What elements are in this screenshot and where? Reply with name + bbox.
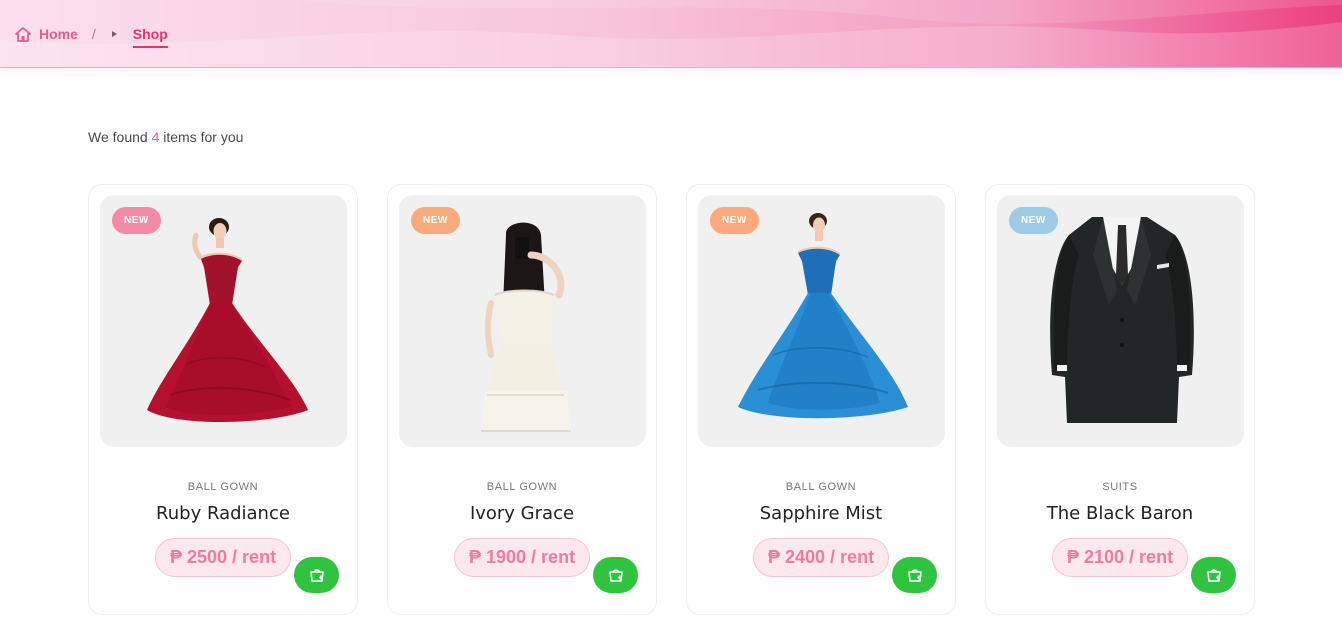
cart-plus-icon <box>1206 568 1221 582</box>
results-prefix: We found <box>88 129 148 145</box>
product-category: BALL GOWN <box>785 481 857 493</box>
breadcrumb-current[interactable]: Shop <box>132 26 168 48</box>
product-name[interactable]: Sapphire Mist <box>687 503 955 524</box>
product-card[interactable]: NEW SUITS The Black Baron ₱ 2100 / rent <box>985 184 1255 615</box>
home-icon <box>15 26 31 42</box>
product-image[interactable]: NEW <box>997 195 1244 447</box>
product-image[interactable]: NEW <box>399 195 646 447</box>
page-header: Home / Shop <box>0 0 1342 68</box>
product-card[interactable]: NEW BALL GOWN Sapphire Mist ₱ 2400 / ren… <box>686 184 956 615</box>
new-badge: NEW <box>1009 207 1058 234</box>
cart-plus-icon <box>907 568 922 582</box>
breadcrumb: Home / Shop <box>15 20 168 48</box>
product-name[interactable]: Ruby Radiance <box>89 503 357 524</box>
caret-right-icon <box>111 31 117 37</box>
product-price: ₱ 2100 / rent <box>1052 538 1189 577</box>
product-category: BALL GOWN <box>486 481 558 493</box>
product-category: SUITS <box>1102 481 1138 493</box>
product-price: ₱ 2500 / rent <box>155 538 292 577</box>
new-badge: NEW <box>112 207 161 234</box>
add-to-cart-button[interactable] <box>1191 557 1236 593</box>
breadcrumb-separator: / <box>91 26 96 42</box>
results-suffix: items for you <box>163 129 244 145</box>
product-name[interactable]: Ivory Grace <box>388 503 656 524</box>
product-name[interactable]: The Black Baron <box>986 503 1254 524</box>
results-count-text: We found 4 items for you <box>88 129 243 145</box>
product-price: ₱ 2400 / rent <box>753 538 890 577</box>
new-badge: NEW <box>411 207 460 234</box>
add-to-cart-button[interactable] <box>294 557 339 593</box>
product-image[interactable]: NEW <box>100 195 347 447</box>
product-card[interactable]: NEW BALL GOWN Ruby Radiance ₱ 2500 / ren… <box>88 184 358 615</box>
cart-plus-icon <box>608 568 623 582</box>
add-to-cart-button[interactable] <box>593 557 638 593</box>
product-category: BALL GOWN <box>187 481 259 493</box>
cart-plus-icon <box>309 568 324 582</box>
new-badge: NEW <box>710 207 759 234</box>
breadcrumb-home-label: Home <box>39 26 78 42</box>
header-wave-decoration <box>0 0 1342 67</box>
product-price: ₱ 1900 / rent <box>454 538 591 577</box>
breadcrumb-home-link[interactable]: Home <box>15 26 78 42</box>
results-count: 4 <box>151 129 160 145</box>
add-to-cart-button[interactable] <box>892 557 937 593</box>
product-image[interactable]: NEW <box>698 195 945 447</box>
product-card[interactable]: NEW BALL GOWN Ivory Grace ₱ 1900 / rent <box>387 184 657 615</box>
